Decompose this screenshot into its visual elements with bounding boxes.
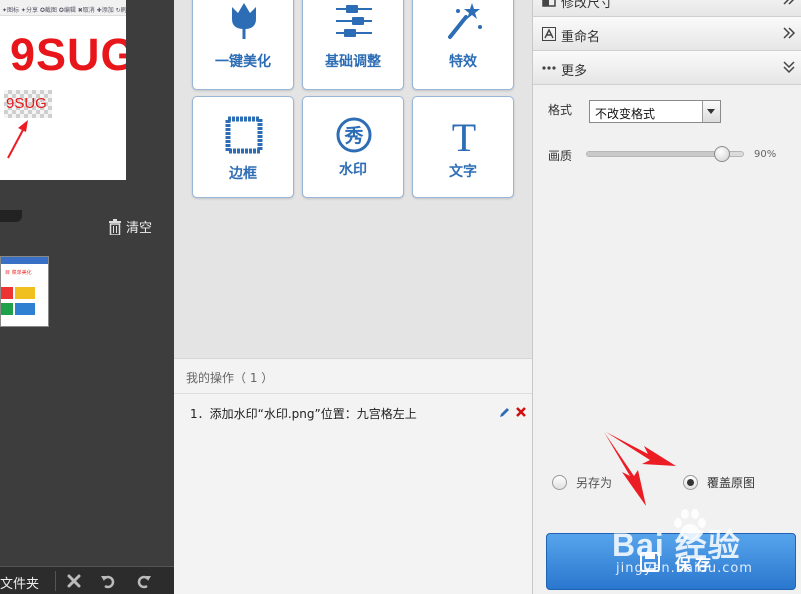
dropdown-button[interactable]	[702, 101, 720, 122]
radio-label: 覆盖原图	[707, 476, 756, 490]
operations-title: 我的操作（ 1 ）	[186, 371, 274, 385]
thumbnail-tile	[1, 287, 13, 299]
close-icon[interactable]	[66, 573, 82, 589]
accordion-more[interactable]: 更多	[533, 51, 801, 85]
frame-icon	[225, 116, 263, 154]
trash-icon	[109, 218, 121, 235]
tool-watermark[interactable]: 秀 水印	[302, 96, 404, 198]
red-pointer-arrow-icon	[7, 120, 28, 159]
sliders-icon	[336, 5, 372, 37]
save-button[interactable]: 保存	[546, 533, 796, 590]
tool-one-click-beautify[interactable]: 一键美化	[192, 0, 294, 90]
double-chevron-down-icon	[783, 61, 795, 74]
radio-button[interactable]	[552, 475, 567, 490]
tool-effects[interactable]: 特效	[412, 0, 514, 90]
tool-label: 一键美化	[215, 54, 271, 70]
tools-panel: 一键美化 基础调整 特效 边框 秀 水印 T 文字 我的操作（ 1 ） 1．添加…	[174, 0, 532, 594]
folder-button[interactable]: 文件夹	[0, 573, 39, 592]
quality-slider-handle[interactable]	[713, 146, 730, 162]
format-value: 不改变格式	[595, 107, 656, 121]
rotate-right-icon[interactable]	[136, 573, 152, 589]
resize-icon	[542, 0, 556, 7]
xiu-glyph: 秀	[343, 125, 364, 147]
tool-text[interactable]: T 文字	[412, 96, 514, 198]
save-label: 保存	[675, 555, 716, 574]
thumbnail-tile	[15, 287, 35, 299]
image-preview[interactable]: ✦图标 ✦分享 ✪截图 ✪编辑 ✖取消 ✚添加 ↻刷新 9SUG 9SUG	[0, 0, 126, 180]
tool-label: 边框	[229, 166, 257, 182]
tool-frame[interactable]: 边框	[192, 96, 294, 198]
tool-label: 基础调整	[325, 54, 381, 70]
tool-label: 特效	[449, 54, 477, 70]
divider	[174, 393, 532, 394]
quality-slider-fill	[587, 152, 728, 156]
thumbnail-tile	[1, 303, 13, 315]
radio-overwrite[interactable]: 覆盖原图	[683, 474, 755, 491]
delete-x-icon[interactable]	[515, 406, 527, 418]
more-dots-icon	[542, 66, 556, 70]
tool-label: 水印	[339, 162, 367, 178]
watermark-xiu-icon: 秀	[336, 117, 372, 153]
preview-watermark-small: 9SUG	[4, 90, 52, 118]
quality-label: 画质	[548, 149, 573, 163]
toolbar-divider	[55, 571, 56, 591]
double-chevron-right-icon	[783, 27, 796, 39]
clear-label: 清空	[126, 221, 153, 236]
save-disk-icon	[640, 552, 660, 572]
accordion-label: 重命名	[561, 30, 601, 45]
clear-button[interactable]: 清空	[108, 217, 152, 236]
tool-basic-adjust[interactable]: 基础调整	[302, 0, 404, 90]
thumbnail-tile	[15, 303, 35, 315]
double-chevron-right-icon	[783, 0, 795, 5]
quality-value: 90%	[754, 149, 777, 160]
magic-wand-icon	[448, 3, 482, 39]
radio-save-as[interactable]: 另存为	[552, 474, 612, 491]
text-t-icon: T	[452, 115, 476, 155]
operation-item: 1．添加水印“水印.png”位置：九宫格左上	[190, 407, 417, 421]
tool-label: 文字	[449, 164, 477, 180]
thumbnail-header	[1, 257, 48, 264]
pencil-icon[interactable]	[499, 407, 510, 418]
radio-label: 另存为	[576, 476, 613, 490]
format-label: 格式	[548, 103, 573, 117]
rotate-left-icon[interactable]	[100, 573, 116, 589]
tulip-icon	[232, 3, 256, 39]
chevron-down-icon	[707, 109, 715, 114]
operations-panel: 我的操作（ 1 ） 1．添加水印“水印.png”位置：九宫格左上	[174, 358, 532, 594]
accordion-rename[interactable]: 重命名	[533, 17, 801, 51]
format-select[interactable]: 不改变格式	[589, 100, 721, 123]
accordion-resize[interactable]: 修改尺寸	[533, 0, 801, 17]
text-glyph: T	[452, 115, 476, 155]
preview-watermark-large: 9SUG	[10, 29, 126, 80]
left-bottom-toolbar: 文件夹	[0, 566, 174, 594]
radio-button-selected[interactable]	[683, 475, 698, 490]
thumbnail-title: 目 菜单美化	[5, 270, 32, 276]
left-panel: ✦图标 ✦分享 ✪截图 ✪编辑 ✖取消 ✚添加 ↻刷新 9SUG 9SUG 清空…	[0, 0, 174, 594]
image-thumbnail[interactable]: 目 菜单美化	[0, 256, 49, 327]
accordion-label: 更多	[561, 64, 588, 79]
rename-a-icon	[542, 27, 556, 41]
thumbnail-header-bar	[0, 210, 22, 222]
preview-toolbar: ✦图标 ✦分享 ✪截图 ✪编辑 ✖取消 ✚添加 ↻刷新	[0, 0, 126, 16]
accordion-label: 修改尺寸	[561, 0, 614, 11]
settings-panel: 修改尺寸 重命名 更多 格式 不改变格式 画质 90% 另存为 覆盖原图 保存	[532, 0, 801, 594]
